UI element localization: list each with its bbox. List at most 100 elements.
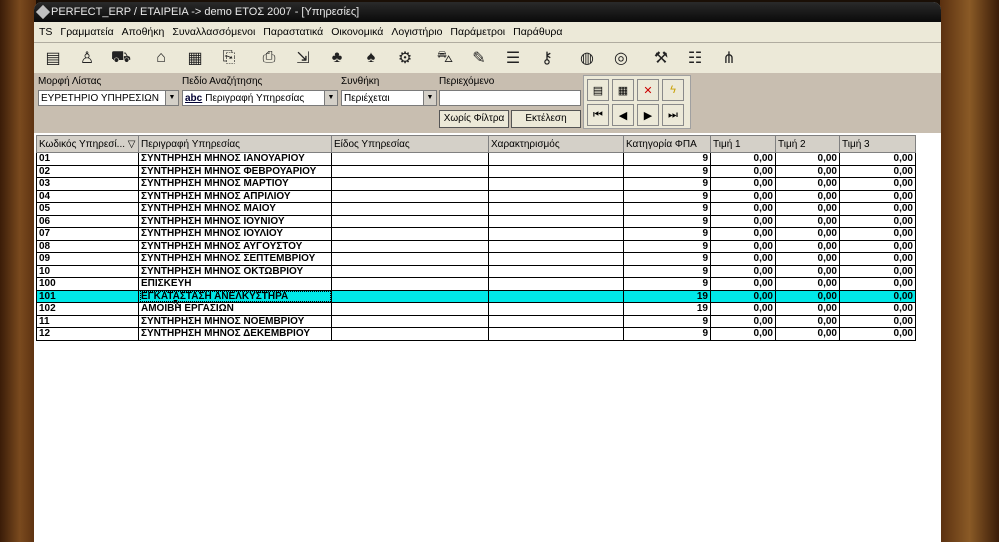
- cell-characterization[interactable]: [488, 214, 624, 228]
- table-row[interactable]: 12 ΣΥΝΤΗΡΗΣΗ ΜΗΝΟΣ ΔΕΚΕΜΒΡΙΟΥ 9 0,00 0,00 0,0…: [36, 327, 916, 341]
- cell-price1[interactable]: 0,00: [710, 227, 776, 241]
- table-row[interactable]: 06 ΣΥΝΤΗΡΗΣΗ ΜΗΝΟΣ ΙΟΥΝΙΟΥ 9 0,00 0,00 0,00: [36, 214, 916, 228]
- cell-price1[interactable]: 0,00: [710, 327, 776, 341]
- menu-grammateia[interactable]: Γραμματεία: [60, 26, 113, 38]
- cell-description[interactable]: ΣΥΝΤΗΡΗΣΗ ΜΗΝΟΣ ΣΕΠΤΕΜΒΡΙΟΥ: [138, 252, 332, 266]
- cell-characterization[interactable]: [488, 314, 624, 328]
- cell-code[interactable]: 02: [36, 164, 139, 178]
- forms-icon[interactable]: ☰: [500, 46, 526, 70]
- cell-vat-category[interactable]: 9: [623, 227, 711, 241]
- list-form-select[interactable]: ΕΥΡΕΤΗΡΙΟ ΥΠΗΡΕΣΙΩΝ: [38, 90, 166, 106]
- menu-parathyra[interactable]: Παράθυρα: [513, 26, 562, 38]
- cell-service-type[interactable]: [331, 314, 489, 328]
- table-row[interactable]: 01 ΣΥΝΤΗΡΗΣΗ ΜΗΝΟΣ ΙΑΝΟΥΑΡΙΟΥ 9 0,00 0,00 0,0…: [36, 152, 916, 166]
- cell-characterization[interactable]: [488, 289, 624, 303]
- cell-characterization[interactable]: [488, 189, 624, 203]
- delete-document-icon[interactable]: ✕: [637, 79, 659, 101]
- cell-price2[interactable]: 0,00: [775, 277, 840, 291]
- table-row[interactable]: 09 ΣΥΝΤΗΡΗΣΗ ΜΗΝΟΣ ΣΕΠΤΕΜΒΡΙΟΥ 9 0,00 0,00 0,…: [36, 252, 916, 266]
- menu-parastatika[interactable]: Παραστατικά: [263, 26, 323, 38]
- table-row[interactable]: 02 ΣΥΝΤΗΡΗΣΗ ΜΗΝΟΣ ΦΕΒΡΟΥΑΡΙΟΥ 9 0,00 0,00 0,…: [36, 164, 916, 178]
- cell-price2[interactable]: 0,00: [775, 189, 840, 203]
- cell-description[interactable]: ΣΥΝΤΗΡΗΣΗ ΜΗΝΟΣ ΙΑΝΟΥΑΡΙΟΥ: [138, 152, 332, 166]
- cell-price1[interactable]: 0,00: [710, 277, 776, 291]
- cell-price1[interactable]: 0,00: [710, 214, 776, 228]
- cell-service-type[interactable]: [331, 239, 489, 253]
- people-green-icon[interactable]: ♣: [324, 46, 350, 70]
- previous-record-icon[interactable]: ◀: [612, 104, 634, 126]
- cell-description[interactable]: ΣΥΝΤΗΡΗΣΗ ΜΗΝΟΣ ΝΟΕΜΒΡΙΟΥ: [138, 314, 332, 328]
- cell-code[interactable]: 09: [36, 252, 139, 266]
- menu-parametroi[interactable]: Παράμετροι: [450, 26, 505, 38]
- cell-price3[interactable]: 0,00: [839, 202, 916, 216]
- cell-price2[interactable]: 0,00: [775, 152, 840, 166]
- cell-price1[interactable]: 0,00: [710, 189, 776, 203]
- next-record-icon[interactable]: ▶: [637, 104, 659, 126]
- cell-vat-category[interactable]: 9: [623, 264, 711, 278]
- cell-price3[interactable]: 0,00: [839, 214, 916, 228]
- cell-vat-category[interactable]: 9: [623, 239, 711, 253]
- no-filter-button[interactable]: Χωρίς Φίλτρα: [439, 110, 509, 128]
- cell-price1[interactable]: 0,00: [710, 202, 776, 216]
- cell-service-type[interactable]: [331, 289, 489, 303]
- menu-ts[interactable]: TS: [39, 26, 52, 38]
- cell-service-type[interactable]: [331, 214, 489, 228]
- cell-price3[interactable]: 0,00: [839, 227, 916, 241]
- condition-select[interactable]: Περιέχεται: [341, 90, 425, 106]
- cell-code[interactable]: 06: [36, 214, 139, 228]
- cell-code[interactable]: 101: [36, 289, 139, 303]
- col-header-service-type[interactable]: Είδος Υπηρεσίας: [331, 135, 489, 153]
- cell-service-type[interactable]: [331, 177, 489, 191]
- cell-price2[interactable]: 0,00: [775, 289, 840, 303]
- col-header-price1[interactable]: Τιμή 1: [710, 135, 776, 153]
- table-row[interactable]: 102 ΑΜΟΙΒΗ ΕΡΓΑΣΙΩΝ 19 0,00 0,00 0,00: [36, 302, 916, 316]
- money-bag-alt-icon[interactable]: ◎: [608, 46, 634, 70]
- cell-price3[interactable]: 0,00: [839, 152, 916, 166]
- cell-vat-category[interactable]: 9: [623, 189, 711, 203]
- cell-price1[interactable]: 0,00: [710, 152, 776, 166]
- truck-icon[interactable]: ⛟: [108, 46, 134, 70]
- col-header-code[interactable]: Κωδικός Υπηρεσί... ▽: [36, 135, 139, 153]
- paperclip-icon[interactable]: ⎘: [216, 46, 242, 70]
- people-red-icon[interactable]: ♠: [358, 46, 384, 70]
- cell-description[interactable]: ΣΥΝΤΗΡΗΣΗ ΜΗΝΟΣ ΑΠΡΙΛΙΟΥ: [138, 189, 332, 203]
- cell-description[interactable]: ΣΥΝΤΗΡΗΣΗ ΜΗΝΟΣ ΑΥΓΟΥΣΤΟΥ: [138, 239, 332, 253]
- last-record-icon[interactable]: ⏭: [662, 104, 684, 126]
- cell-code[interactable]: 100: [36, 277, 139, 291]
- network-icon[interactable]: ⚙: [392, 46, 418, 70]
- cell-price2[interactable]: 0,00: [775, 177, 840, 191]
- cell-price1[interactable]: 0,00: [710, 177, 776, 191]
- home-icon[interactable]: ⌂: [148, 46, 174, 70]
- table-row[interactable]: 10 ΣΥΝΤΗΡΗΣΗ ΜΗΝΟΣ ΟΚΤΩΒΡΙΟΥ 9 0,00 0,00 0,00: [36, 264, 916, 278]
- cell-price1[interactable]: 0,00: [710, 252, 776, 266]
- first-record-icon[interactable]: ⏮: [587, 104, 609, 126]
- cell-service-type[interactable]: [331, 164, 489, 178]
- table-row[interactable]: 07 ΣΥΝΤΗΡΗΣΗ ΜΗΝΟΣ ΙΟΥΛΙΟΥ 9 0,00 0,00 0,00: [36, 227, 916, 241]
- cell-price1[interactable]: 0,00: [710, 264, 776, 278]
- cell-price3[interactable]: 0,00: [839, 239, 916, 253]
- cell-price1[interactable]: 0,00: [710, 289, 776, 303]
- cell-service-type[interactable]: [331, 152, 489, 166]
- col-header-price3[interactable]: Τιμή 3: [839, 135, 916, 153]
- cell-vat-category[interactable]: 9: [623, 202, 711, 216]
- cell-price3[interactable]: 0,00: [839, 252, 916, 266]
- cell-service-type[interactable]: [331, 189, 489, 203]
- cell-code[interactable]: 04: [36, 189, 139, 203]
- cell-price2[interactable]: 0,00: [775, 302, 840, 316]
- cell-price3[interactable]: 0,00: [839, 177, 916, 191]
- person-icon[interactable]: ♙: [74, 46, 100, 70]
- cell-characterization[interactable]: [488, 227, 624, 241]
- new-document-icon[interactable]: ▤: [587, 79, 609, 101]
- search-field-select[interactable]: abc Περιγραφή Υπηρεσίας: [182, 90, 326, 106]
- cell-price1[interactable]: 0,00: [710, 314, 776, 328]
- cell-service-type[interactable]: [331, 264, 489, 278]
- document-export-icon[interactable]: ⎙: [256, 46, 282, 70]
- cell-vat-category[interactable]: 19: [623, 289, 711, 303]
- col-header-description[interactable]: Περιγραφή Υπηρεσίας: [138, 135, 332, 153]
- cell-vat-category[interactable]: 9: [623, 164, 711, 178]
- cell-service-type[interactable]: [331, 277, 489, 291]
- tree-icon[interactable]: ⋔: [716, 46, 742, 70]
- table-row[interactable]: 100 ΕΠΙΣΚΕΥΗ 9 0,00 0,00 0,00: [36, 277, 916, 291]
- cell-characterization[interactable]: [488, 152, 624, 166]
- cell-price2[interactable]: 0,00: [775, 164, 840, 178]
